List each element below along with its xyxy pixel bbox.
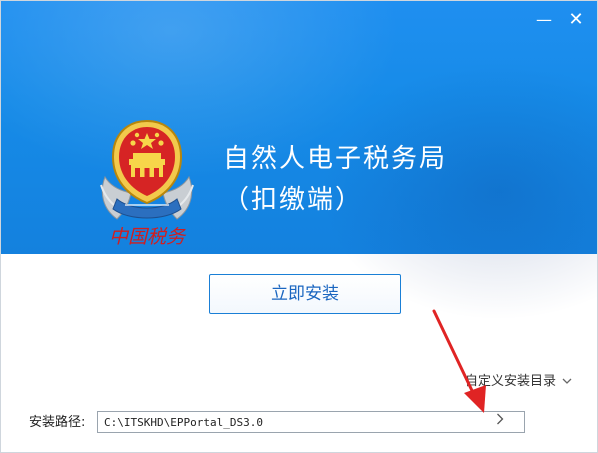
tax-emblem-logo: 中国税务 bbox=[100, 119, 194, 248]
close-icon: ✕ bbox=[568, 9, 584, 30]
close-button[interactable]: ✕ bbox=[565, 9, 587, 31]
installer-window: — ✕ 中国税务 自然人电子税务局 （扣缴端） 立即安装 自定义安装目录 安装路… bbox=[0, 0, 598, 453]
install-path-label: 安装路径: bbox=[29, 415, 86, 430]
install-now-button[interactable]: 立即安装 bbox=[209, 274, 401, 314]
app-title-line2: （扣缴端） bbox=[223, 185, 364, 215]
header-banner: — ✕ 中国税务 自然人电子税务局 （扣缴端） bbox=[1, 1, 597, 321]
minimize-button[interactable]: — bbox=[533, 9, 555, 31]
chevron-down-icon bbox=[562, 375, 572, 388]
minimize-icon: — bbox=[536, 10, 552, 29]
app-title-line1: 自然人电子税务局 bbox=[223, 144, 448, 174]
annotation-arrow-icon bbox=[432, 309, 486, 413]
logo-caption: 中国税务 bbox=[109, 226, 187, 248]
chevron-right-icon bbox=[497, 413, 504, 425]
